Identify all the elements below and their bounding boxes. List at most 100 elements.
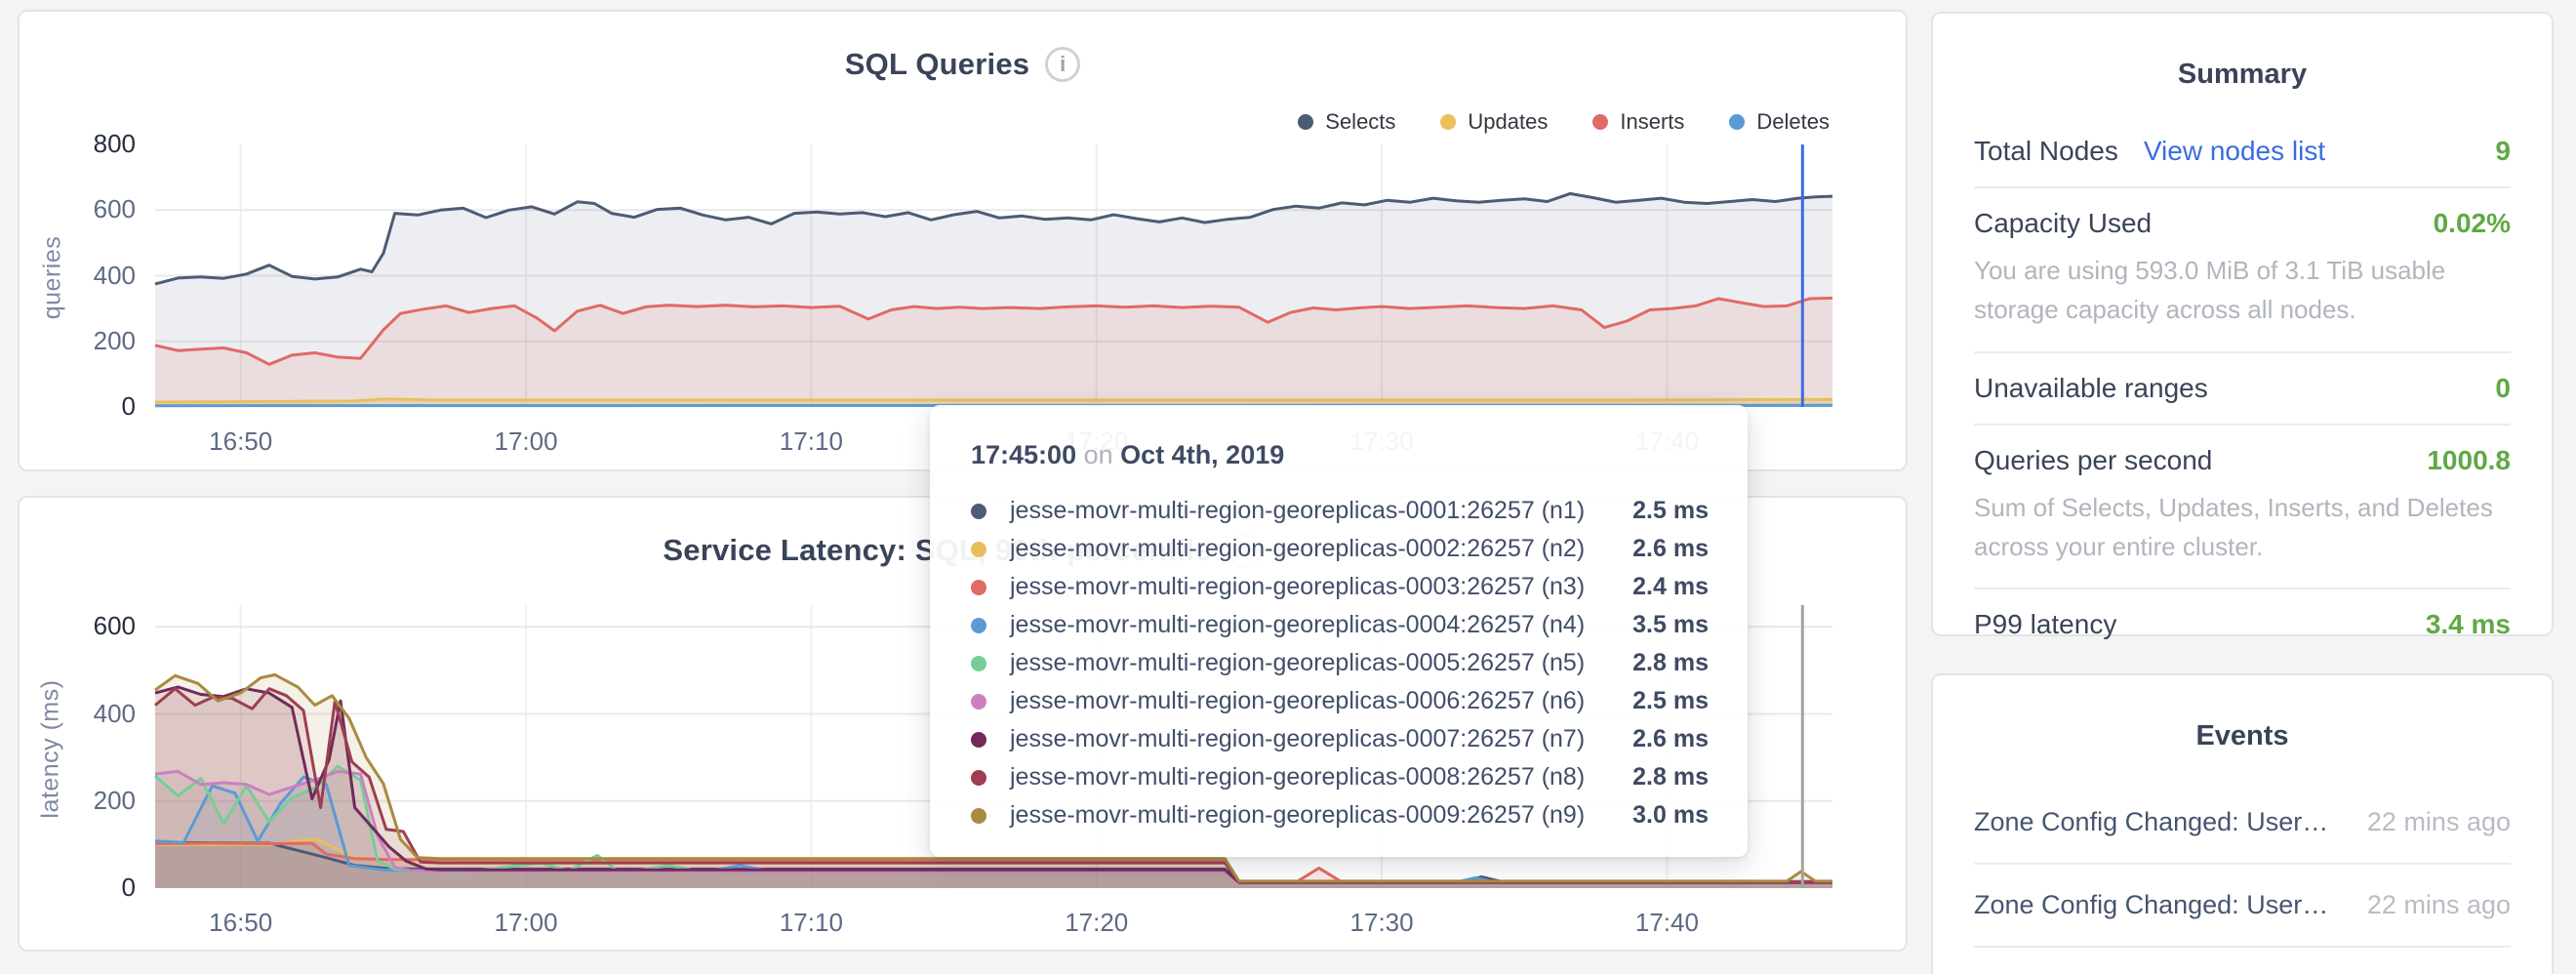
events-panel: Events Zone Config Changed: User… 22 mins… [1931,673,2554,974]
queries-per-second-description: Sum of Selects, Updates, Inserts, and De… [1974,488,2511,588]
event-row[interactable]: Zone Config Changed: User…22 mins ago [1974,946,2511,974]
x-tick-label: 16:50 [173,426,309,457]
legend-label: Inserts [1620,109,1684,135]
legend-dot-icon [1440,114,1456,130]
summary-row-unavailable-ranges: Unavailable ranges 0 [1974,353,2511,424]
p99-latency-label: P99 latency [1974,609,2116,640]
x-tick-label: 17:10 [743,426,879,457]
legend-label: Selects [1325,109,1395,135]
node-name: jesse-movr-multi-region-georeplicas-0006… [1010,687,1632,715]
events-title: Events [1933,675,2552,752]
tooltip-node-row: jesse-movr-multi-region-georeplicas-0003… [971,568,1709,606]
cluster-overview-page: SQL Queries i Selects Updates Inserts Delet… [0,0,2576,974]
event-row[interactable]: Zone Config Changed: User… 22 mins ago [1974,863,2511,946]
tooltip-node-row: jesse-movr-multi-region-georeplicas-0007… [971,720,1709,758]
total-nodes-label: Total Nodes [1974,136,2118,167]
event-label: Zone Config Changed: User… [1974,890,2328,920]
tooltip-node-list: jesse-movr-multi-region-georeplicas-0001… [971,492,1709,834]
sql-queries-title-row: SQL Queries i [20,47,1906,82]
queries-per-second-label: Queries per second [1974,445,2212,476]
x-tick-label: 17:30 [1313,908,1450,938]
y-tick-label: 200 [9,326,136,356]
node-name: jesse-movr-multi-region-georeplicas-0001… [1010,497,1632,525]
y-tick-label: 200 [9,786,136,816]
tooltip-timestamp: 17:45:00 on Oct 4th, 2019 [971,440,1709,470]
sql-queries-chart-title: SQL Queries [845,47,1029,82]
node-name: jesse-movr-multi-region-georeplicas-0002… [1010,535,1632,563]
service-latency-y-axis-label: latency (ms) [37,652,65,847]
node-color-dot-icon [971,618,986,633]
x-tick-label: 16:50 [173,908,309,938]
y-tick-label: 800 [9,129,136,159]
summary-body: Total Nodes View nodes list 9 Capacity U… [1933,91,2552,660]
node-name: jesse-movr-multi-region-georeplicas-0008… [1010,763,1632,791]
event-row[interactable]: Zone Config Changed: User… 22 mins ago [1974,782,2511,863]
node-latency-value: 2.6 ms [1632,725,1709,753]
y-tick-label: 0 [9,391,136,422]
node-color-dot-icon [971,808,986,824]
y-tick-label: 0 [9,873,136,903]
capacity-used-description: You are using 593.0 MiB of 3.1 TiB usabl… [1974,251,2511,351]
total-nodes-value: 9 [2495,136,2511,167]
node-color-dot-icon [971,732,986,748]
tooltip-node-row: jesse-movr-multi-region-georeplicas-0005… [971,644,1709,682]
tooltip-node-row: jesse-movr-multi-region-georeplicas-0001… [971,492,1709,530]
capacity-used-label: Capacity Used [1974,208,2152,239]
unavailable-ranges-value: 0 [2495,373,2511,404]
x-tick-label: 17:00 [458,908,594,938]
node-name: jesse-movr-multi-region-georeplicas-0005… [1010,649,1632,677]
node-name: jesse-movr-multi-region-georeplicas-0009… [1010,801,1632,830]
view-nodes-list-link[interactable]: View nodes list [2144,136,2325,167]
node-latency-value: 2.5 ms [1632,497,1709,525]
x-tick-label: 17:20 [1028,908,1165,938]
tooltip-time: 17:45:00 [971,440,1076,469]
node-latency-value: 2.5 ms [1632,687,1709,715]
summary-row-queries-per-second: Queries per second 1000.8 [1974,426,2511,496]
sql-queries-y-axis-label: queries [39,210,67,346]
x-tick-label: 17:00 [458,426,594,457]
tooltip-node-row: jesse-movr-multi-region-georeplicas-0006… [971,682,1709,720]
tooltip-node-row: jesse-movr-multi-region-georeplicas-0008… [971,758,1709,796]
node-color-dot-icon [971,542,986,557]
sql-queries-chart-panel: SQL Queries i Selects Updates Inserts Delet… [18,10,1908,471]
event-label: Zone Config Changed: User… [1974,807,2328,837]
queries-per-second-value: 1000.8 [2427,445,2511,476]
node-latency-value: 2.6 ms [1632,535,1709,563]
inserts-area-fill [155,298,1832,407]
legend-dot-icon [1298,114,1313,130]
capacity-used-value: 0.02% [2434,208,2511,239]
legend-item-deletes[interactable]: Deletes [1729,109,1830,135]
node-latency-value: 3.5 ms [1632,611,1709,639]
node-latency-value: 2.8 ms [1632,763,1709,791]
events-list: Zone Config Changed: User… 22 mins ago Zon… [1933,752,2552,974]
tooltip-conjunction: on [1084,440,1113,469]
y-tick-label: 600 [9,611,136,641]
x-tick-label: 17:10 [743,908,879,938]
y-tick-label: 400 [9,261,136,291]
tooltip-date: Oct 4th, 2019 [1120,440,1284,469]
summary-title: Summary [1933,14,2552,91]
node-color-dot-icon [971,504,986,519]
legend-dot-icon [1729,114,1745,130]
chart-hover-tooltip: 17:45:00 on Oct 4th, 2019 jesse-movr-mul… [930,405,1748,857]
event-time: 22 mins ago [2367,807,2511,837]
legend-item-updates[interactable]: Updates [1440,109,1548,135]
unavailable-ranges-label: Unavailable ranges [1974,373,2208,404]
node-name: jesse-movr-multi-region-georeplicas-0003… [1010,573,1632,601]
node-latency-value: 3.0 ms [1632,801,1709,830]
node-color-dot-icon [971,770,986,786]
x-tick-label: 17:40 [1598,908,1735,938]
legend-dot-icon [1592,114,1608,130]
tooltip-node-row: jesse-movr-multi-region-georeplicas-0004… [971,606,1709,644]
info-icon[interactable]: i [1045,47,1080,82]
legend-item-selects[interactable]: Selects [1298,109,1395,135]
legend-item-inserts[interactable]: Inserts [1592,109,1684,135]
node-name: jesse-movr-multi-region-georeplicas-0007… [1010,725,1632,753]
y-tick-label: 400 [9,699,136,729]
node-color-dot-icon [971,694,986,710]
legend-label: Deletes [1756,109,1830,135]
node-color-dot-icon [971,580,986,595]
p99-latency-value: 3.4 ms [2426,609,2511,640]
node-latency-value: 2.8 ms [1632,649,1709,677]
event-time: 22 mins ago [2367,890,2511,920]
